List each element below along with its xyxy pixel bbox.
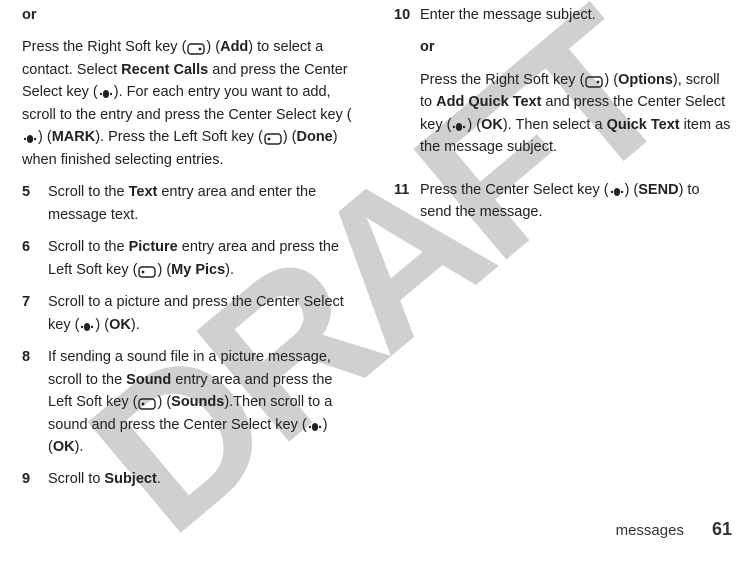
sound-label: Sound [126,372,171,388]
right-column: 10 Enter the message subject. or Press t… [394,4,732,519]
quick-text-label: Quick Text [607,117,680,133]
text: ). [131,317,140,333]
center-select-key-icon [23,133,37,145]
step-number: 10 [394,4,420,169]
or-label: or [420,36,732,58]
text: Scroll to [48,471,104,487]
step-number: 11 [394,179,420,224]
text: ) ( [467,117,481,133]
text: ) ( [625,182,639,198]
step-number: 9 [22,468,48,490]
text: Enter the message subject. [420,7,596,23]
center-select-key-icon [308,421,322,433]
text: Press the Right Soft key ( [22,39,186,55]
add-quick-text-label: Add Quick Text [436,94,541,110]
sounds-label: Sounds [171,394,224,410]
ok-label: OK [109,317,131,333]
step-9: 9 Scroll to Subject. [22,468,360,490]
center-select-key-icon [452,121,466,133]
step-number: 7 [22,291,48,336]
left-soft-key-icon [138,266,156,278]
step-5: 5 Scroll to the Text entry area and ente… [22,181,360,226]
step-10: 10 Enter the message subject. or Press t… [394,4,732,169]
mypics-label: My Pics [171,262,225,278]
ok-label: OK [53,439,75,455]
ok-label: OK [481,117,503,133]
center-select-key-icon [99,88,113,100]
step-number: 5 [22,181,48,226]
step-number: 8 [22,346,48,458]
text: . [157,471,161,487]
text: Scroll to the [48,184,129,200]
left-soft-key-icon [264,133,282,145]
text-label: Text [129,184,158,200]
text: ). [225,262,234,278]
step-7: 7 Scroll to a picture and press the Cent… [22,291,360,336]
or-label: or [22,4,360,26]
text: Press the Right Soft key ( [420,72,584,88]
text: ) ( [604,72,618,88]
left-soft-key-icon [138,398,156,410]
subject-label: Subject [104,471,156,487]
mark-label: MARK [52,129,96,145]
send-label: SEND [638,182,678,198]
step-number: 6 [22,236,48,281]
page-number: 61 [712,519,732,540]
center-select-key-icon [80,321,94,333]
section-name: messages [616,522,684,539]
picture-label: Picture [129,239,178,255]
text: ) ( [283,129,297,145]
center-select-key-icon [610,186,624,198]
text: Press the Center Select key ( [420,182,609,198]
page-footer: messages 61 [22,519,732,548]
text: ). Then select a [503,117,607,133]
intro-paragraph: Press the Right Soft key () (Add) to sel… [22,36,360,171]
recent-calls-label: Recent Calls [121,62,208,78]
text: ) ( [95,317,109,333]
text: ) ( [157,394,171,410]
text: ) ( [38,129,52,145]
step-6: 6 Scroll to the Picture entry area and p… [22,236,360,281]
options-label: Options [618,72,673,88]
text: ) ( [157,262,171,278]
text: ) ( [206,39,220,55]
step-8: 8 If sending a sound file in a picture m… [22,346,360,458]
step-11: 11 Press the Center Select key () (SEND)… [394,179,732,224]
add-label: Add [220,39,248,55]
text: Scroll to the [48,239,129,255]
text: ). [75,439,84,455]
content-columns: or Press the Right Soft key () (Add) to … [22,0,732,519]
right-soft-key-icon [187,43,205,55]
right-soft-key-icon [585,76,603,88]
text: ). Press the Left Soft key ( [95,129,263,145]
done-label: Done [297,129,333,145]
left-column: or Press the Right Soft key () (Add) to … [22,4,360,519]
